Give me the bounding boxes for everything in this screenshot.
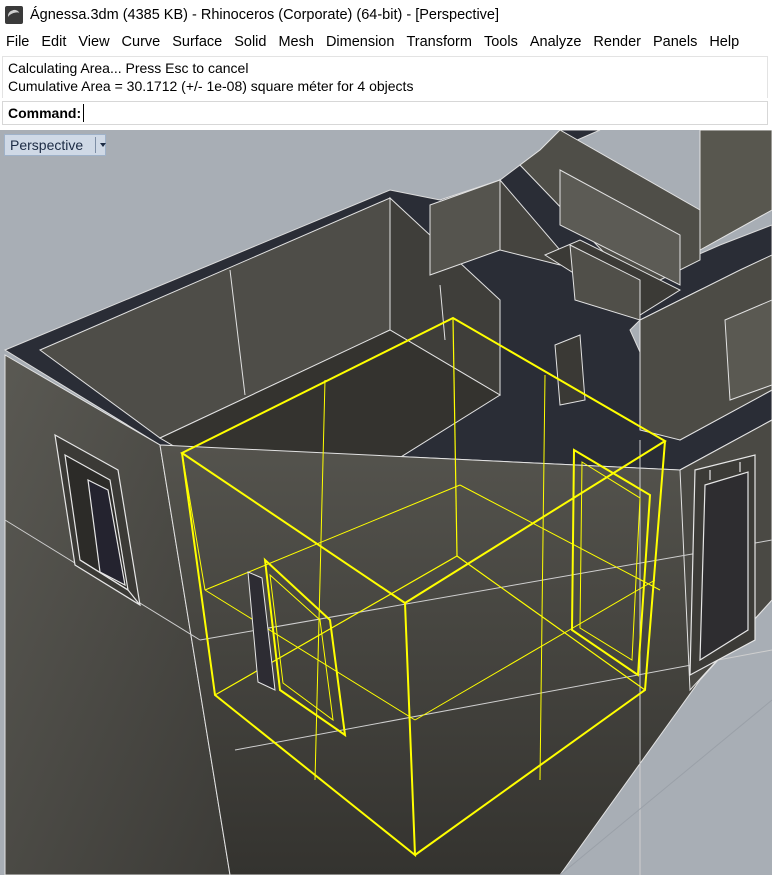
menu-surface[interactable]: Surface [166,34,228,50]
model-3d-view[interactable] [0,130,772,875]
door-right [689,454,756,677]
history-line: Cumulative Area = 30.1712 (+/- 1e-08) sq… [8,78,414,94]
viewport-tab-perspective[interactable]: Perspective [4,134,106,156]
menu-panels[interactable]: Panels [647,34,703,50]
window-title: Ágnessa.3dm (4385 KB) - Rhinoceros (Corp… [30,7,500,23]
menu-transform[interactable]: Transform [400,34,478,50]
command-input[interactable] [83,104,685,122]
menu-tools[interactable]: Tools [478,34,524,50]
menu-file[interactable]: File [0,34,35,50]
menu-curve[interactable]: Curve [116,34,167,50]
history-line: Calculating Area... Press Esc to cancel [8,60,249,76]
menu-analyze[interactable]: Analyze [524,34,588,50]
command-line: Command: [2,101,768,125]
chevron-down-icon[interactable] [100,143,106,147]
menu-bar: File Edit View Curve Surface Solid Mesh … [0,30,772,54]
menu-mesh[interactable]: Mesh [272,34,319,50]
menu-dimension[interactable]: Dimension [320,34,401,50]
title-bar: Ágnessa.3dm (4385 KB) - Rhinoceros (Corp… [0,0,772,30]
menu-render[interactable]: Render [587,34,647,50]
menu-edit[interactable]: Edit [35,34,72,50]
rhino-app-icon[interactable] [5,6,23,24]
menu-view[interactable]: View [72,34,115,50]
menu-help[interactable]: Help [703,34,745,50]
perspective-viewport[interactable] [0,130,772,875]
menu-solid[interactable]: Solid [228,34,272,50]
command-history[interactable]: Calculating Area... Press Esc to cancel … [2,56,768,98]
viewport-tab-label: Perspective [10,137,84,153]
viewport-tab-separator [95,137,96,153]
command-label: Command: [8,105,82,121]
